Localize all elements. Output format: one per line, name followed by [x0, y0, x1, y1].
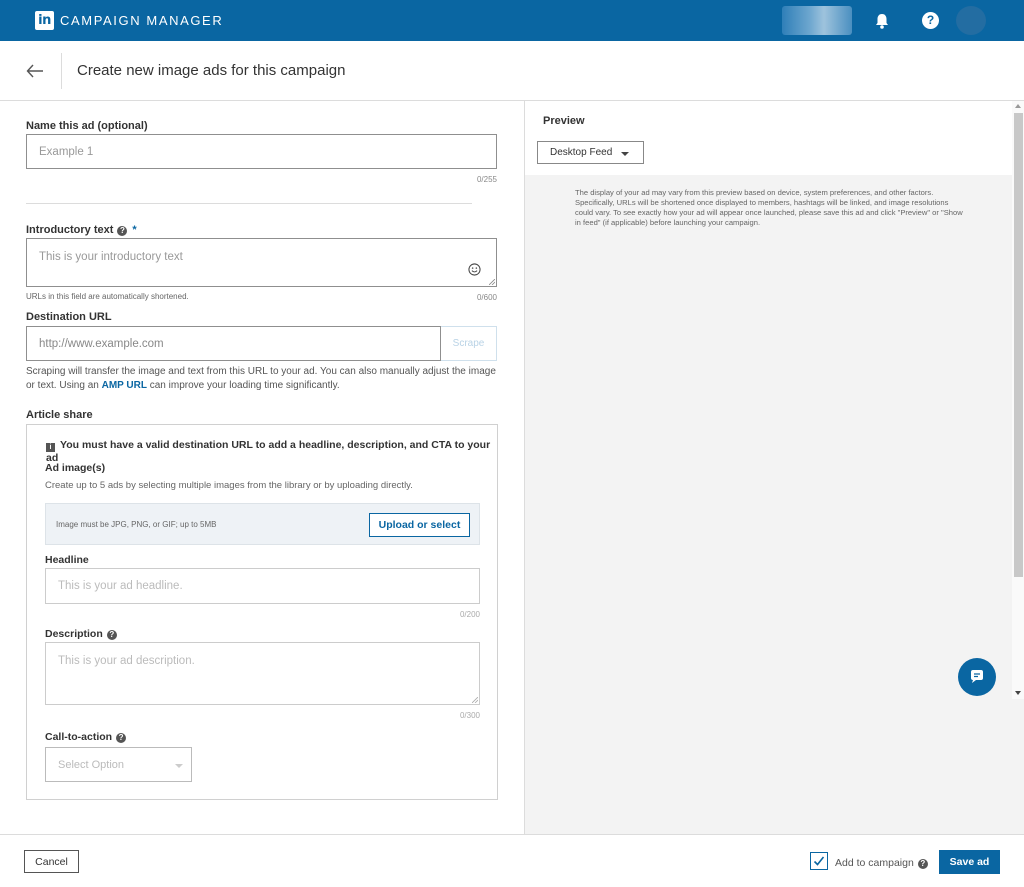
scroll-up-icon[interactable]: [1015, 104, 1021, 108]
help-icon[interactable]: ?: [922, 12, 939, 29]
upload-hint: Image must be JPG, PNG, or GIF; up to 5M…: [56, 520, 217, 529]
header-divider: [61, 53, 62, 89]
article-share-label: Article share: [26, 409, 93, 421]
preview-panel: Preview Desktop Feed The display of your…: [524, 101, 1024, 834]
feed-type-dropdown[interactable]: Desktop Feed: [537, 141, 644, 164]
cta-label-text: Call-to-action: [45, 731, 113, 743]
help-icon[interactable]: ?: [116, 733, 127, 743]
ad-name-input[interactable]: Example 1: [26, 134, 497, 169]
back-arrow-icon[interactable]: [25, 61, 45, 81]
cta-select-value: Select Option: [58, 758, 125, 771]
image-upload-zone[interactable]: Image must be JPG, PNG, or GIF; up to 5M…: [45, 503, 480, 545]
chat-help-button[interactable]: [958, 658, 996, 696]
scroll-thumb[interactable]: [1014, 113, 1023, 577]
help-icon[interactable]: ?: [106, 630, 117, 640]
intro-label: Introductory text? *: [26, 224, 137, 236]
preview-disclaimer: The display of your ad may vary from thi…: [575, 188, 963, 227]
description-counter: 0/300: [459, 711, 480, 720]
cancel-button[interactable]: Cancel: [24, 850, 79, 873]
help-icon[interactable]: ?: [917, 859, 928, 869]
resize-handle-icon[interactable]: [472, 697, 478, 703]
bell-icon[interactable]: [873, 12, 891, 30]
help-icon[interactable]: ?: [117, 226, 128, 236]
name-counter: 0/255: [476, 175, 497, 184]
scrape-button[interactable]: Scrape: [441, 326, 497, 361]
description-label: Description?: [45, 628, 117, 640]
ad-images-hint: Create up to 5 ads by selecting multiple…: [45, 480, 413, 491]
chat-bubble-icon: [971, 670, 983, 683]
intro-label-text: Introductory text: [26, 224, 114, 236]
scroll-down-icon[interactable]: [1015, 691, 1021, 695]
intro-text-input[interactable]: This is your introductory text: [26, 238, 497, 287]
amp-url-link[interactable]: AMP URL: [102, 380, 147, 391]
name-label: Name this ad (optional): [26, 120, 148, 132]
ad-form: Name this ad (optional) Example 1 0/255 …: [0, 101, 524, 834]
app-title: CAMPAIGN MANAGER: [60, 13, 224, 28]
page-header: Create new image ads for this campaign: [0, 41, 1024, 101]
account-switcher[interactable]: [782, 6, 852, 35]
add-to-campaign-label: Add to campaign?: [835, 857, 928, 869]
checkmark-icon: [813, 856, 825, 866]
destination-url-input[interactable]: http://www.example.com: [26, 326, 441, 361]
headline-input[interactable]: This is your ad headline.: [45, 568, 480, 604]
description-label-text: Description: [45, 628, 103, 640]
article-share-panel: i You must have a valid destination URL t…: [26, 424, 498, 800]
resize-handle-icon[interactable]: [489, 279, 495, 285]
feed-type-value: Desktop Feed: [550, 147, 613, 158]
url-notice: i You must have a valid destination URL t…: [46, 439, 497, 464]
emoji-icon[interactable]: [468, 263, 481, 276]
ad-images-label: Ad image(s): [45, 462, 106, 474]
add-to-campaign-text: Add to campaign: [835, 857, 914, 869]
destination-label: Destination URL: [26, 311, 112, 323]
add-to-campaign-checkbox[interactable]: [810, 852, 828, 870]
section-divider: [26, 203, 472, 204]
preview-title: Preview: [543, 115, 585, 127]
headline-label: Headline: [45, 554, 89, 566]
headline-counter: 0/200: [459, 610, 480, 619]
top-navigation-bar: in CAMPAIGN MANAGER ?: [0, 0, 1024, 41]
scrape-description: Scraping will transfer the image and tex…: [26, 365, 496, 393]
intro-counter: 0/600: [476, 293, 497, 302]
notice-text: You must have a valid destination URL to…: [46, 439, 491, 464]
chevron-down-icon: [175, 764, 183, 768]
description-input[interactable]: This is your ad description.: [45, 642, 480, 705]
cta-label: Call-to-action?: [45, 731, 127, 743]
intro-hint: URLs in this field are automatically sho…: [26, 292, 189, 301]
preview-scrollbar[interactable]: [1012, 101, 1024, 699]
linkedin-logo[interactable]: in: [35, 11, 54, 30]
required-mark: *: [132, 224, 137, 236]
upload-or-select-button[interactable]: Upload or select: [369, 513, 470, 537]
footer-bar: Cancel Add to campaign? Save ad: [0, 834, 1024, 887]
avatar[interactable]: [956, 6, 986, 35]
info-icon: i: [46, 443, 55, 452]
caret-down-icon: [621, 152, 629, 156]
save-ad-button[interactable]: Save ad: [939, 850, 1000, 874]
preview-header: Preview Desktop Feed: [525, 101, 1013, 175]
call-to-action-select[interactable]: Select Option: [45, 747, 192, 782]
page-title: Create new image ads for this campaign: [77, 62, 346, 79]
scrape-text-2: can improve your loading time significan…: [146, 380, 340, 391]
